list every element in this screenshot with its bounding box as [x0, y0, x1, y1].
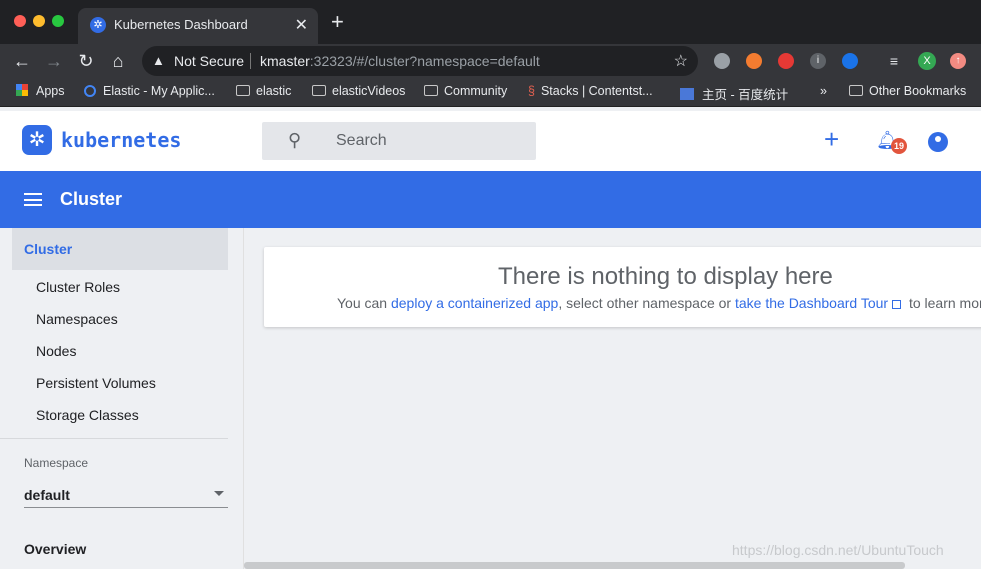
bookmark-star-icon[interactable]: ☆: [674, 51, 688, 71]
forward-arrow-icon[interactable]: →: [44, 50, 64, 72]
new-tab-button[interactable]: +: [331, 11, 344, 33]
bookmarks-overflow-chevron[interactable]: »: [820, 84, 827, 98]
folder-icon: [849, 85, 863, 96]
bookmark-other-bookmarks[interactable]: Other Bookmarks: [849, 84, 966, 98]
apps-grid-icon: [16, 84, 28, 96]
notification-count-badge: 19: [891, 138, 907, 154]
folder-icon: [312, 85, 326, 96]
address-divider: [250, 53, 251, 69]
warning-icon: ▲: [152, 53, 165, 68]
chart-icon: [680, 88, 694, 100]
kubernetes-favicon-icon: ✲: [90, 17, 106, 33]
playlist-icon[interactable]: ≡: [886, 53, 902, 69]
bookmark-elasticvideos[interactable]: elasticVideos: [312, 84, 405, 98]
bookmark-community[interactable]: Community: [424, 84, 507, 98]
sidebar-item-label: Cluster: [24, 241, 73, 257]
watermark: https://blog.csdn.net/UbuntuTouch: [732, 542, 944, 558]
horizontal-scrollbar[interactable]: [244, 562, 905, 569]
window-close-button[interactable]: [14, 15, 26, 27]
bookmark-baidu-tongji[interactable]: 主页 - 百度统计: [680, 84, 788, 103]
stacks-icon: §: [528, 84, 535, 98]
sidebar-item-namespaces[interactable]: Namespaces: [36, 311, 118, 327]
home-icon[interactable]: ⌂: [108, 50, 128, 72]
chevron-down-icon[interactable]: [214, 491, 224, 496]
window-minimize-button[interactable]: [33, 15, 45, 27]
browser-titlebar: ✲ Kubernetes Dashboard ✕ +: [0, 0, 981, 44]
reload-icon[interactable]: ↻: [76, 50, 96, 72]
search-icon: ⚲: [288, 130, 302, 150]
sidebar-item-storage-classes[interactable]: Storage Classes: [36, 407, 139, 423]
extension-upload-icon[interactable]: ↑: [950, 53, 966, 69]
sidebar-item-cluster[interactable]: Cluster: [12, 228, 228, 270]
page-title: Cluster: [60, 189, 123, 209]
page-toolbar: Cluster: [0, 171, 981, 228]
empty-state-text: You can deploy a containerized app, sele…: [337, 295, 981, 311]
browser-tab[interactable]: ✲ Kubernetes Dashboard ✕: [78, 8, 318, 44]
folder-icon: [424, 85, 438, 96]
app-logo-text[interactable]: kubernetes: [61, 128, 181, 152]
bookmark-apps[interactable]: Apps: [16, 84, 65, 98]
namespace-select[interactable]: default: [24, 487, 70, 503]
namespace-underline: [24, 507, 228, 508]
sidebar-divider: [0, 438, 228, 439]
address-url: kmaster:32323/#/cluster?namespace=defaul…: [260, 53, 540, 69]
extension-hand-icon[interactable]: [778, 53, 794, 69]
dashboard-tour-link[interactable]: take the Dashboard Tour: [735, 295, 888, 311]
bookmarks-bar: Apps Elastic - My Applic... elastic elas…: [0, 78, 981, 107]
bookmark-elastic-app[interactable]: Elastic - My Applic...: [84, 84, 215, 98]
external-link-icon: [892, 300, 902, 309]
sidebar-item-persistent-volumes[interactable]: Persistent Volumes: [36, 375, 156, 391]
empty-state-title: There is nothing to display here: [498, 263, 833, 290]
search-placeholder: Search: [336, 132, 387, 149]
elastic-icon: [84, 85, 96, 97]
window-maximize-button[interactable]: [52, 15, 64, 27]
sidebar-item-cluster-roles[interactable]: Cluster Roles: [36, 279, 120, 295]
address-bar[interactable]: ▲ Not Secure kmaster:32323/#/cluster?nam…: [142, 46, 698, 76]
extension-lifebuoy-icon[interactable]: [746, 53, 762, 69]
tab-title: Kubernetes Dashboard: [114, 17, 248, 32]
folder-icon: [236, 85, 250, 96]
deploy-app-link[interactable]: deploy a containerized app: [391, 295, 558, 311]
search-input[interactable]: ⚲ Search: [262, 122, 536, 160]
sidebar: Cluster Cluster Roles Namespaces Nodes P…: [0, 228, 244, 569]
account-icon[interactable]: [928, 132, 948, 152]
back-arrow-icon[interactable]: ←: [12, 50, 32, 72]
sidebar-item-overview[interactable]: Overview: [24, 541, 86, 557]
bookmark-stacks[interactable]: § Stacks | Contentst...: [528, 84, 653, 98]
extension-circle-icon[interactable]: [842, 53, 858, 69]
extension-info-icon[interactable]: i: [810, 53, 826, 69]
profile-avatar-icon[interactable]: X: [918, 52, 936, 70]
sidebar-item-nodes[interactable]: Nodes: [36, 343, 76, 359]
kubernetes-logo-icon[interactable]: ✲: [22, 125, 52, 155]
namespace-label: Namespace: [24, 456, 89, 470]
app-header: ✲ kubernetes ⚲ Search + 🔔︎: [0, 111, 981, 171]
empty-state-card: There is nothing to display here You can…: [264, 247, 981, 327]
tab-close-icon[interactable]: ✕: [295, 15, 308, 35]
create-button[interactable]: +: [824, 125, 839, 153]
bookmark-elastic[interactable]: elastic: [236, 84, 291, 98]
browser-toolbar: ← → ↻ ⌂ ▲ Not Secure kmaster:32323/#/clu…: [0, 44, 981, 78]
extension-record-icon[interactable]: [714, 53, 730, 69]
security-label: Not Secure: [174, 53, 245, 69]
menu-icon[interactable]: [24, 193, 42, 206]
